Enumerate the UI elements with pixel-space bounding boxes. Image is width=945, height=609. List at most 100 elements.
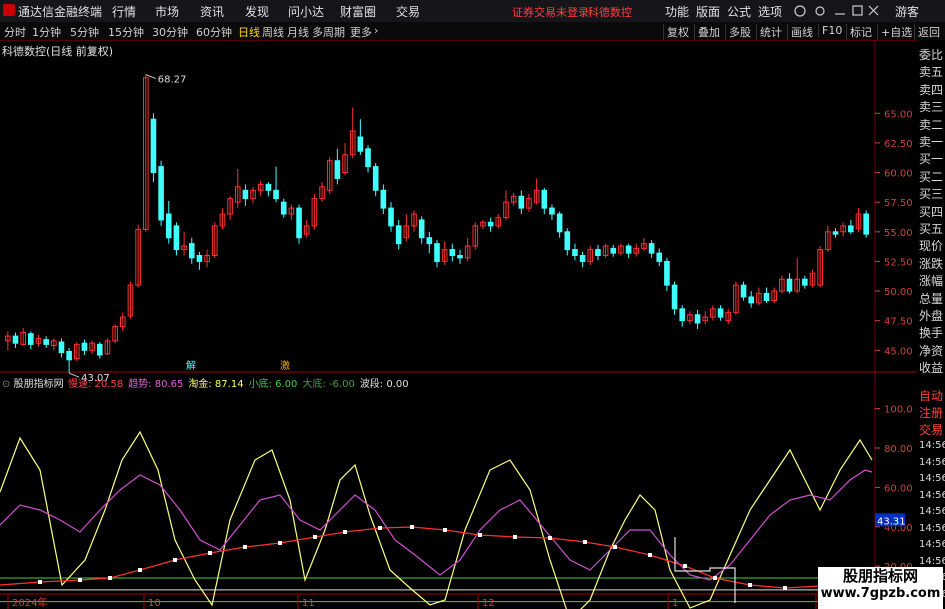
candle-body [717,308,724,318]
candle-body [802,278,808,286]
login-notice[interactable]: 证券交易未登录 [512,4,589,20]
indicator-item: 大底: -6.00 [302,379,355,390]
menu-options[interactable]: 选项 [758,3,782,20]
side-item: 换手 [919,326,944,341]
slow-marker [138,568,142,572]
side-item: 卖二 [919,117,944,132]
ind-tick-label: 80.00 [884,444,913,455]
candle-body [648,243,655,254]
slow-marker [748,583,752,587]
tool-f10[interactable]: F10 [818,24,845,37]
candle-body [449,249,456,256]
slow-marker [713,576,717,580]
period-5min[interactable]: 5分钟 [70,24,99,40]
candle-body [150,118,157,174]
period-more[interactable]: 更多 [350,24,372,40]
candle-body [280,201,287,215]
candle-body [81,342,88,351]
side-item[interactable]: 自动 [919,387,943,404]
candle-body [763,292,770,302]
menu-ask[interactable]: 问小达 [288,3,324,20]
tool-back[interactable]: 返回 [914,24,943,40]
tool-draw[interactable]: 画线 [787,24,816,40]
marker-ji: 激 [280,359,290,372]
indicator-item: 慢速: 20.58 [68,379,124,390]
settings-icon [815,6,825,16]
series-trend [0,469,873,581]
user-label[interactable]: 游客 [895,3,919,20]
menu-quotes[interactable]: 行情 [112,3,136,20]
period-30min[interactable]: 30分钟 [152,24,188,40]
price-tick-label: 62.50 [884,139,913,150]
refresh-icon [794,5,806,17]
candle-body [518,195,525,209]
candle-body [380,189,387,209]
tool-multi-stock[interactable]: 多股 [725,24,754,40]
candle-body [572,249,578,256]
info-dot-icon[interactable]: ● [89,45,97,55]
period-60min[interactable]: 60分钟 [196,24,232,40]
candle-body [625,245,632,254]
kline-chart[interactable]: 65.00 62.50 60.00 57.50 55.00 52.50 50.00 47.50… [0,40,917,609]
candle-body [66,350,72,361]
period-multi[interactable]: 多周期 [312,24,345,40]
watermark-url: www.7gpzb.com [820,586,941,601]
side-time: 14:56 [919,473,945,484]
candle-body [296,207,302,239]
series-slow [0,526,871,589]
top-stock-name: 科德数控 [588,6,632,19]
quote-side-panel: 委比 卖五 卖四 卖三 卖二 卖一 买一 买二 买三 买四 买五 现价 涨跌 涨幅 总量 外盘 换手 净资 收益 自动… [917,40,945,609]
side-item: 卖五 [919,65,944,80]
menu-trade[interactable]: 交易 [396,3,420,20]
tool-add-watch[interactable]: +自选 [877,24,915,40]
candle-body [58,341,65,354]
period-1min[interactable]: 1分钟 [32,24,61,40]
slow-marker [478,533,482,537]
indicator-name: ⊙ 股朋指标网 [2,379,64,390]
period-minute-chart[interactable]: 分时 [4,24,26,40]
period-monthly[interactable]: 月线 [287,24,309,40]
app-title: 通达信金融终端 [18,5,103,19]
candle-body [28,333,34,345]
window-controls[interactable] [793,4,883,18]
slow-marker [208,551,212,555]
menu-formula[interactable]: 公式 [727,3,751,20]
side-time: 14:56 [919,522,945,534]
slow-marker [513,535,517,539]
marker-jie: 解 [186,359,196,372]
chevron-right-icon[interactable]: › [374,24,378,37]
tool-stats[interactable]: 统计 [756,24,785,40]
period-weekly[interactable]: 周线 [262,24,284,40]
watermark-title: 股朋指标网 [842,567,918,585]
period-15min[interactable]: 15分钟 [108,24,144,40]
side-item: 现价 [919,239,944,254]
tool-mark[interactable]: 标记 [846,24,875,40]
indicator-item: 小底: 6.00 [248,379,298,390]
slow-marker [243,545,247,549]
menu-layout[interactable]: 版面 [696,3,720,20]
candle-body [579,255,586,262]
indicator-item: 波段: 0.00 [359,379,409,390]
slow-marker [683,564,687,568]
menu-discover[interactable]: 发现 [245,3,269,20]
price-tick-label: 65.00 [884,109,913,120]
side-time: 14:56 [919,456,945,468]
candle-body [165,213,172,239]
menu-news[interactable]: 资讯 [200,3,224,20]
candle-body [848,225,854,233]
candle-body [786,278,793,292]
slow-marker [108,576,112,580]
side-item[interactable]: 注册 [919,404,943,421]
candle-body [595,249,601,256]
menu-function[interactable]: 功能 [665,3,689,20]
side-item[interactable]: 交易 [919,421,943,438]
menu-market[interactable]: 市场 [155,3,179,20]
period-daily[interactable]: 日线 [238,24,260,40]
side-time: 14:56 [919,506,945,517]
candle-body [656,252,663,262]
slow-marker [443,528,447,532]
tool-overlay[interactable]: 叠加 [694,24,723,40]
menu-wealth[interactable]: 财富圈 [340,3,376,20]
tool-adjust[interactable]: 复权 [663,24,692,40]
slow-marker [278,541,282,545]
